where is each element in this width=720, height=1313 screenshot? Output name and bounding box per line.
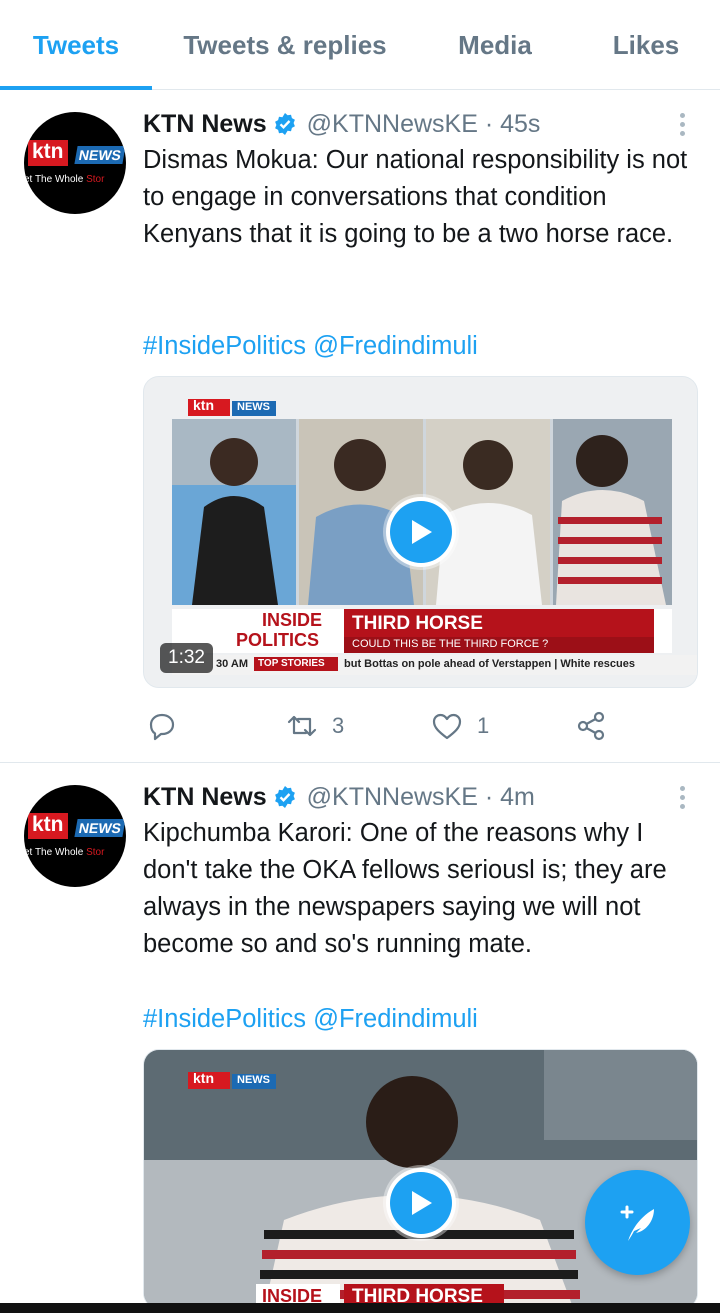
play-button[interactable]: [386, 497, 456, 567]
tweet-text: Kipchumba Karori: One of the reasons why…: [143, 819, 667, 958]
retweet-icon: [287, 715, 317, 737]
video-logo-news: NEWS: [237, 401, 270, 413]
compose-feather-icon: [620, 1205, 654, 1241]
system-nav-bar: [0, 1303, 720, 1313]
tab-tweets[interactable]: Tweets: [0, 0, 152, 90]
display-name[interactable]: KTN News: [143, 783, 267, 812]
avatar-news-logo: NEWS: [74, 819, 126, 837]
verified-badge-icon: [273, 785, 297, 809]
avatar-tagline: et The Whole Stor: [24, 847, 105, 858]
verified-badge-icon: [273, 112, 297, 136]
tweet-header: KTN News @KTNNewsKE · 4m: [143, 780, 535, 814]
avatar[interactable]: ktn NEWS et The Whole Stor: [24, 112, 126, 214]
ticker-text: but Bottas on pole ahead of Verstappen |…: [344, 658, 635, 670]
ticker-tag: TOP STORIES: [258, 658, 325, 669]
avatar[interactable]: ktn NEWS et The Whole Stor: [24, 785, 126, 887]
avatar-ktn-logo: ktn: [28, 813, 68, 839]
video-logo-ktn: ktn: [193, 1070, 214, 1086]
lower-third-inside: INSIDE: [262, 610, 323, 630]
tweet-hashtag-mention[interactable]: #InsidePolitics @Fredindimuli: [143, 1001, 703, 1038]
ticker-time: 30 AM: [216, 658, 248, 670]
play-icon: [412, 1191, 432, 1215]
avatar-tagline: et The Whole Stor: [24, 174, 105, 185]
reply-icon: [149, 713, 175, 741]
retweet-count: 3: [332, 713, 345, 738]
tweet-header: KTN News @KTNNewsKE · 45s: [143, 107, 540, 141]
display-name[interactable]: KTN News: [143, 110, 267, 139]
tab-tweets-and-replies[interactable]: Tweets & replies: [160, 0, 410, 90]
lower-third-title: THIRD HORSE: [352, 613, 483, 634]
tweet-actions: 3 1: [143, 706, 663, 746]
handle-and-time: @KTNNewsKE · 45s: [306, 109, 541, 138]
handle-and-time: @KTNNewsKE · 4m: [306, 782, 535, 811]
tweet[interactable]: ktn NEWS et The Whole Stor KTN News @KTN…: [0, 90, 720, 762]
video-thumbnail[interactable]: ktn NEWS INSIDE POLITICS THIRD HORSE COU…: [143, 376, 698, 688]
video-logo-ktn: ktn: [193, 397, 214, 413]
like-button[interactable]: 1: [431, 706, 489, 746]
reply-button[interactable]: [147, 706, 177, 746]
tab-media[interactable]: Media: [430, 0, 560, 90]
lower-third-politics: POLITICS: [236, 630, 320, 650]
play-icon: [412, 520, 432, 544]
play-button[interactable]: [386, 1168, 456, 1238]
tab-likes[interactable]: Likes: [580, 0, 712, 90]
tweet-hashtag-mention[interactable]: #InsidePolitics @Fredindimuli: [143, 328, 703, 365]
more-options-icon[interactable]: [672, 107, 692, 141]
heart-icon: [432, 713, 462, 740]
tweet-text: Dismas Mokua: Our national responsibilit…: [143, 146, 688, 248]
video-duration: 1:32: [160, 643, 213, 673]
retweet-button[interactable]: 3: [286, 706, 344, 746]
video-logo-news: NEWS: [237, 1074, 270, 1086]
compose-tweet-button[interactable]: [585, 1170, 690, 1275]
more-options-icon[interactable]: [672, 780, 692, 814]
profile-tabs: Tweets Tweets & replies Media Likes: [0, 0, 720, 90]
avatar-ktn-logo: ktn: [28, 140, 68, 166]
share-icon: [577, 711, 605, 741]
avatar-news-logo: NEWS: [74, 146, 126, 164]
share-button[interactable]: [575, 706, 607, 746]
lower-third-subtitle: COULD THIS BE THE THIRD FORCE ?: [352, 638, 549, 650]
like-count: 1: [477, 713, 490, 738]
